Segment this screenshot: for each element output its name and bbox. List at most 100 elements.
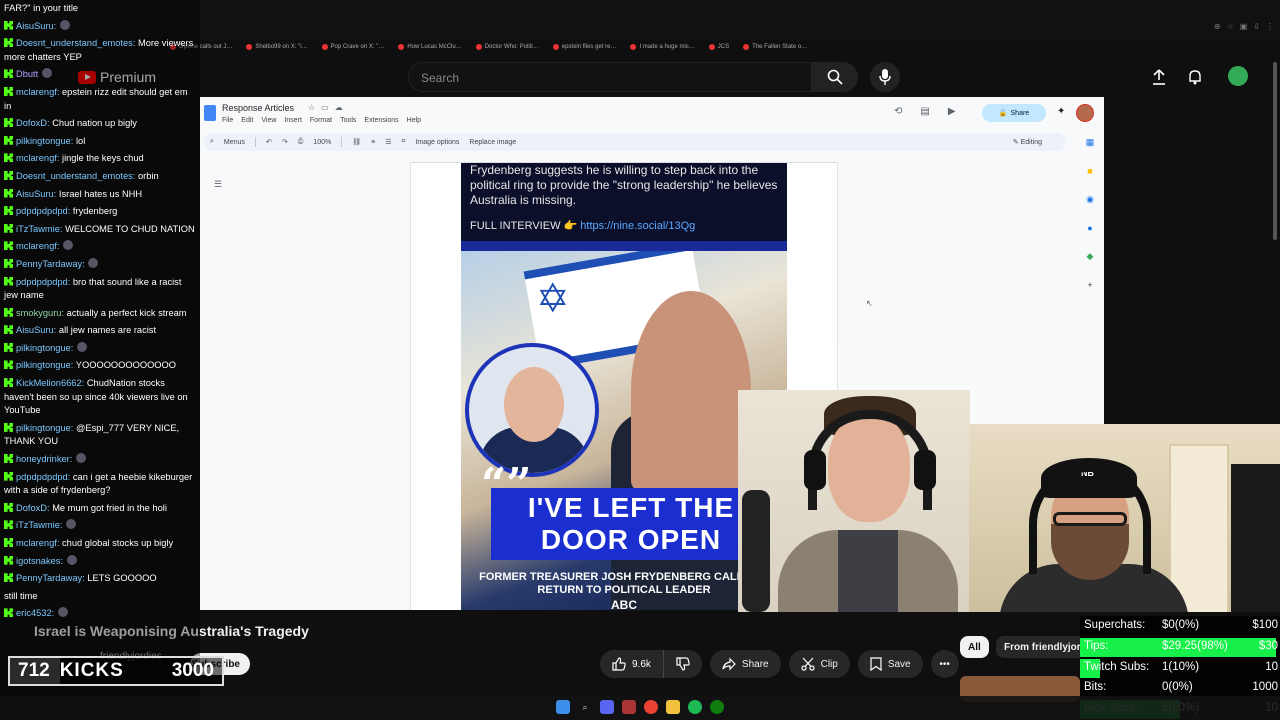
discord-icon[interactable] — [600, 700, 614, 714]
bookmark-favicon-icon — [475, 44, 482, 50]
zoom-level: 100% — [313, 138, 332, 146]
chat-username[interactable]: AisuSuru: — [16, 21, 56, 31]
person-face — [631, 291, 751, 491]
dislike-button[interactable] — [664, 650, 702, 678]
windows-start-icon[interactable] — [556, 700, 570, 714]
chat-username[interactable]: mclarengf: — [16, 153, 59, 163]
star-icon[interactable]: ☆ — [1227, 22, 1234, 31]
chat-message: pilkingtongue: YOOOOOOOOOOOOO — [4, 359, 196, 373]
chat-username[interactable]: pilkingtongue: — [16, 360, 73, 370]
chat-username[interactable]: mclarengf: — [16, 241, 59, 251]
gdoc-menus-label: Menus — [223, 138, 245, 146]
google-docs-icon — [204, 105, 216, 121]
save-button[interactable]: Save — [857, 650, 923, 678]
bookmark-favicon-icon — [630, 44, 637, 50]
crop-icon: ⌗ — [401, 138, 406, 145]
chat-username[interactable]: PennyTardaway: — [16, 573, 85, 583]
chat-username[interactable]: DofoxD: — [16, 118, 50, 128]
search-button[interactable] — [812, 62, 858, 92]
clip-button[interactable]: Clip — [788, 650, 850, 678]
kick-badge-icon — [4, 276, 13, 286]
bookmark-item[interactable]: Doctor Who: Politi… — [475, 44, 539, 50]
account-avatar[interactable] — [1228, 66, 1248, 86]
chat-text: FAR?" in your title — [4, 3, 79, 13]
xbox-icon[interactable] — [710, 700, 724, 714]
chat-username[interactable]: mclarengf: — [16, 538, 59, 548]
chat-username[interactable]: Doesnt_understand_emotes: — [16, 38, 135, 48]
chat-text: still time — [4, 590, 38, 601]
chat-username[interactable]: AisuSuru: — [16, 325, 56, 335]
chat-username[interactable]: honeydrinker: — [16, 454, 72, 464]
like-button[interactable]: 9.6k — [600, 650, 664, 678]
bookmark-item[interactable]: epstein files get re… — [552, 44, 617, 50]
bookmark-label: Pop Crave on X: "… — [330, 44, 385, 50]
chat-username[interactable]: pdpdpdpdpd: — [16, 472, 70, 482]
more-actions-button[interactable]: ••• — [930, 650, 959, 678]
obs-icon[interactable] — [622, 700, 636, 714]
chat-username[interactable]: pdpdpdpdpd: — [16, 206, 70, 216]
kick-badge-icon — [4, 223, 13, 233]
contacts-icon: ● — [1087, 223, 1093, 233]
chat-text: Chud nation up bigly — [52, 118, 137, 129]
zoom-icon[interactable]: ⊕ — [1214, 22, 1221, 31]
chip-all[interactable]: All — [960, 636, 989, 658]
chat-username[interactable]: iTzTawmie: — [16, 520, 63, 530]
chat-message: FAR?" in your title — [4, 2, 196, 16]
bookmark-item[interactable]: JCS — [708, 44, 729, 50]
bookmark-favicon-icon — [246, 44, 253, 50]
blue-stripe — [461, 241, 787, 251]
bookmark-label: Doctor Who: Politi… — [484, 44, 539, 50]
bookmark-item[interactable]: How Lucas McClu… — [398, 44, 462, 50]
bookmark-item[interactable]: Shelbo99 on X: "i… — [246, 44, 308, 50]
chat-message: honeydrinker: — [4, 453, 196, 467]
bookmark-item[interactable]: Pop Crave on X: "… — [321, 44, 385, 50]
chat-username[interactable]: DofoxD: — [16, 503, 50, 513]
search-icon: ⌕ — [210, 138, 214, 145]
page-scrollbar[interactable] — [1273, 62, 1277, 240]
chrome-icon[interactable] — [644, 700, 658, 714]
notifications-button[interactable] — [1184, 66, 1206, 88]
post-text: Frydenberg suggests he is willing to ste… — [470, 163, 778, 207]
share-button[interactable]: Share — [709, 650, 781, 678]
star-icon: ☆ — [308, 103, 316, 112]
chat-text: lol — [75, 135, 86, 146]
extension-icon[interactable]: ▣ — [1240, 22, 1248, 31]
bookmark-item[interactable]: I made a huge mis… — [630, 44, 695, 50]
stream-chat-overlay: FAR?" in your title AisuSuru: Doesnt_unde… — [0, 0, 200, 720]
chat-username[interactable]: Doesnt_understand_emotes: — [16, 171, 135, 181]
voice-search-button[interactable] — [870, 62, 900, 92]
chat-username[interactable]: pdpdpdpdpd: — [16, 277, 70, 287]
search-input[interactable]: Search — [408, 62, 812, 92]
gdoc-share-label: Share — [1010, 109, 1030, 117]
chat-username[interactable]: pilkingtongue: — [16, 136, 73, 146]
headline-line-1: I'VE LEFT THE — [527, 492, 735, 523]
create-button[interactable] — [1148, 66, 1170, 88]
gemini-icon: ✦ — [1057, 106, 1066, 117]
search-icon[interactable]: ⌕ — [578, 700, 592, 714]
bookmark-item[interactable]: The Fallen State o… — [743, 44, 807, 50]
bookmark-label: epstein files get re… — [561, 44, 617, 50]
chat-message-list: FAR?" in your title AisuSuru: Doesnt_unde… — [4, 2, 196, 625]
spotify-icon[interactable] — [688, 700, 702, 714]
chat-username[interactable]: mclarengf: — [16, 87, 59, 97]
chat-message: mclarengf: epstein rizz edit should get … — [4, 86, 196, 113]
chat-username[interactable]: eric4532: — [16, 608, 54, 618]
chat-username[interactable]: pilkingtongue: — [16, 423, 73, 433]
link-icon: ⛓ — [352, 139, 362, 146]
chat-username[interactable]: igotsnakes: — [16, 556, 63, 566]
chat-username[interactable]: pilkingtongue: — [16, 343, 73, 353]
chat-username[interactable]: smokyguru: — [16, 308, 64, 318]
kick-badge-icon — [4, 153, 13, 163]
chat-message: pdpdpdpdpd: bro that sound like a racist… — [4, 276, 196, 303]
chat-username[interactable]: Dbutt — [16, 69, 38, 79]
menu-icon[interactable]: ⋮ — [1266, 22, 1274, 31]
chat-username[interactable]: AisuSuru: — [16, 189, 56, 199]
more-icon: ••• — [939, 658, 950, 670]
kick-badge-icon — [4, 555, 13, 565]
download-icon[interactable]: ⇩ — [1253, 22, 1260, 31]
chat-username[interactable]: KickMelion6662: — [16, 378, 84, 388]
goal-label: Twitch Subs: — [1084, 660, 1150, 673]
chat-username[interactable]: iTzTawmie: — [16, 224, 63, 234]
chat-username[interactable]: PennyTardaway: — [16, 259, 85, 269]
file-explorer-icon[interactable] — [666, 700, 680, 714]
